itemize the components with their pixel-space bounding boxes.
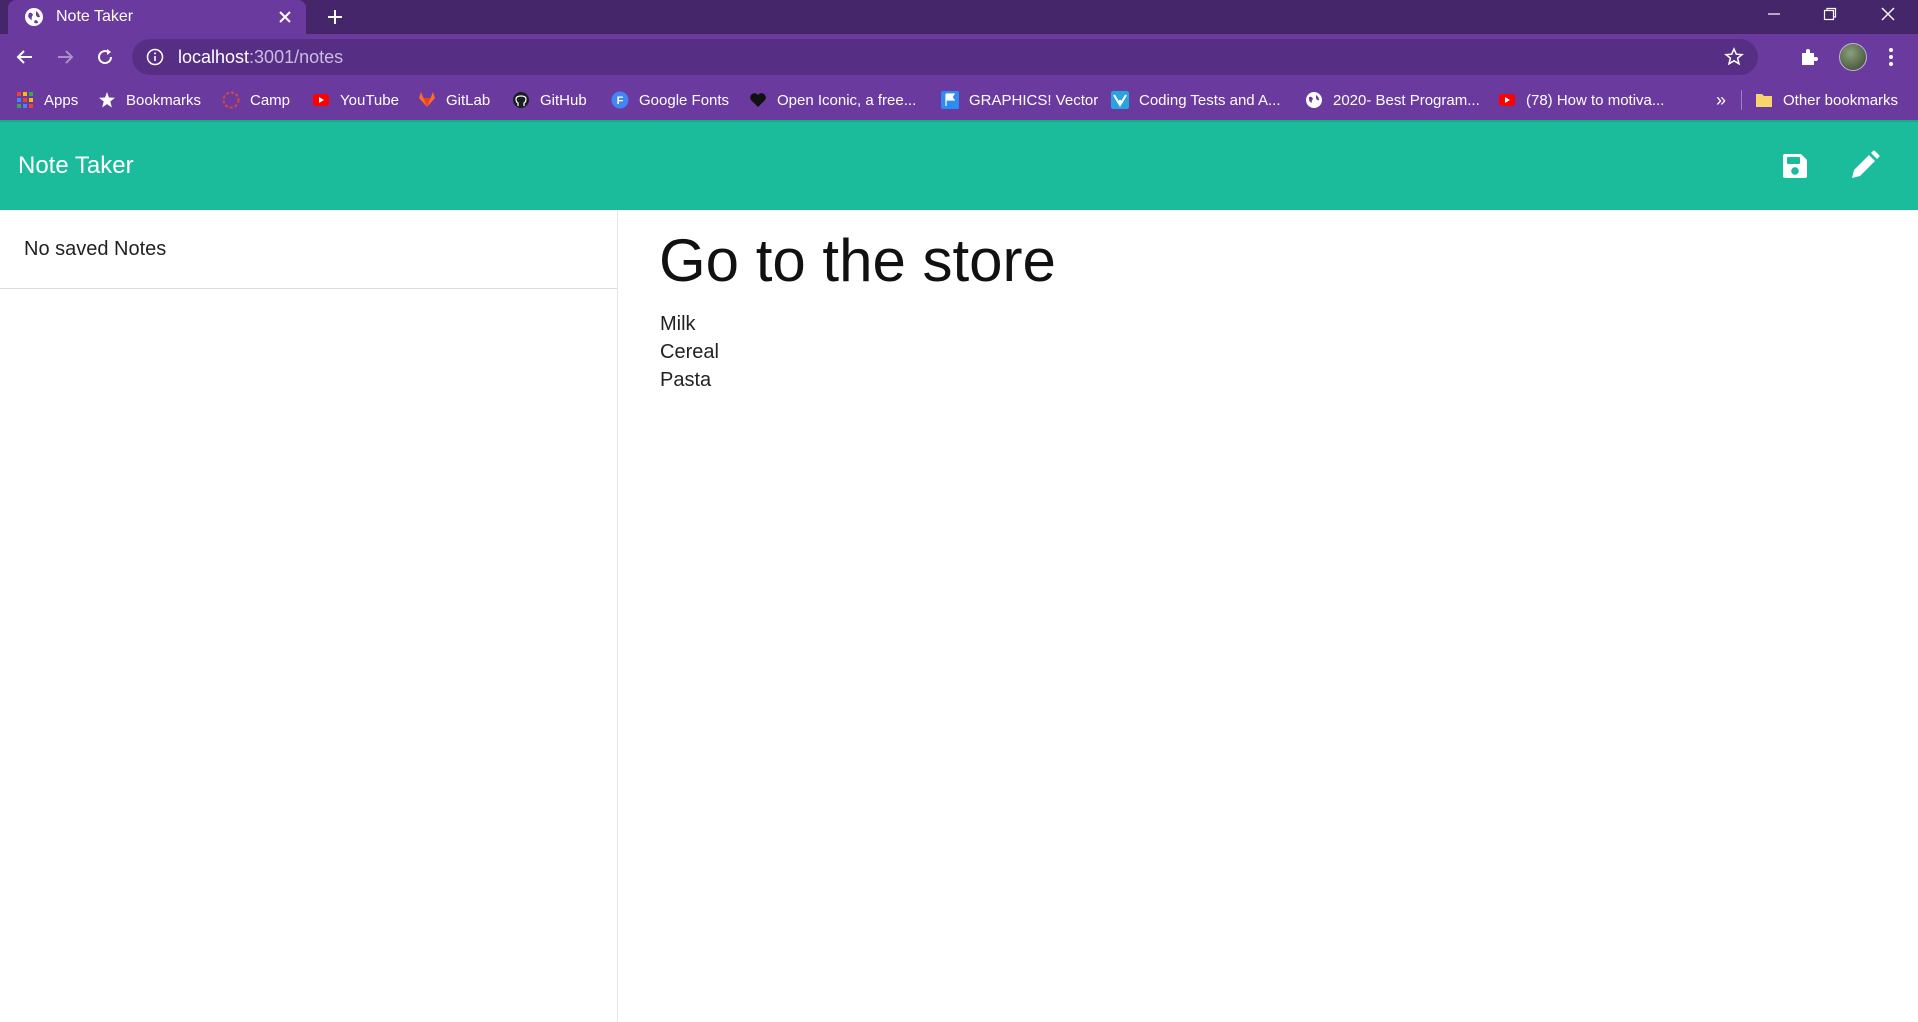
minimize-window-icon[interactable] bbox=[1746, 0, 1802, 28]
bookmarks-bar: Apps Bookmarks Camp YouTube GitLab GitHu… bbox=[0, 80, 1918, 120]
note-title-input[interactable]: Go to the store bbox=[659, 226, 1056, 295]
bookmark-how-to-motivate[interactable]: (78) How to motiva... bbox=[1498, 88, 1664, 112]
address-bar[interactable]: localhost:3001/notes bbox=[132, 39, 1758, 75]
bookmark-label: GitLab bbox=[446, 91, 491, 109]
bookmark-label: Other bookmarks bbox=[1783, 91, 1899, 109]
bookmark-apps[interactable]: Apps bbox=[16, 88, 78, 112]
bookmark-coding-tests[interactable]: Coding Tests and A... bbox=[1111, 88, 1280, 112]
chevron-double-right-icon: » bbox=[1716, 89, 1727, 110]
bookmark-bookmarks[interactable]: Bookmarks bbox=[98, 88, 201, 112]
bookmark-label: GitHub bbox=[540, 91, 587, 109]
bookmark-best-program[interactable]: 2020- Best Program... bbox=[1305, 88, 1480, 112]
browser-titlebar: Note Taker bbox=[0, 0, 1918, 34]
flag-icon bbox=[941, 91, 959, 109]
heart-icon bbox=[750, 93, 766, 107]
bookmarks-divider bbox=[1741, 90, 1742, 110]
bookmark-label: (78) How to motiva... bbox=[1526, 91, 1665, 109]
close-window-icon[interactable] bbox=[1860, 0, 1916, 28]
bookmark-label: YouTube bbox=[340, 91, 399, 109]
new-note-button[interactable] bbox=[1846, 148, 1882, 184]
site-info-icon[interactable] bbox=[146, 48, 164, 66]
browser-toolbar: localhost:3001/notes bbox=[0, 34, 1918, 80]
gitlab-icon bbox=[419, 92, 435, 107]
app-brand[interactable]: Note Taker bbox=[18, 152, 134, 180]
bookmark-label: GRAPHICS! Vector bbox=[969, 91, 1099, 109]
note-line: Pasta bbox=[660, 369, 712, 391]
youtube-icon bbox=[1499, 94, 1515, 106]
bookmark-other-bookmarks[interactable]: Other bookmarks bbox=[1755, 88, 1898, 112]
notes-sidebar: No saved Notes bbox=[0, 210, 618, 1022]
avatar-image bbox=[1839, 43, 1867, 71]
github-icon bbox=[513, 92, 529, 108]
back-arrow-icon[interactable] bbox=[10, 42, 40, 72]
browser-menu-icon[interactable] bbox=[1876, 42, 1906, 72]
url-host: localhost bbox=[178, 46, 250, 67]
empty-notes-message: No saved Notes bbox=[24, 238, 167, 260]
bookmark-label: Apps bbox=[44, 91, 79, 109]
bookmark-label: 2020- Best Program... bbox=[1333, 91, 1480, 109]
youtube-icon bbox=[313, 94, 329, 106]
bookmark-camp[interactable]: Camp bbox=[222, 88, 290, 112]
close-tab-icon[interactable] bbox=[270, 2, 300, 32]
star-icon bbox=[99, 92, 115, 108]
bookmark-label: Bookmarks bbox=[126, 91, 202, 109]
bookmark-star-icon[interactable] bbox=[1724, 47, 1744, 67]
note-line: Cereal bbox=[660, 341, 719, 363]
bookmarks-overflow-button[interactable]: » bbox=[1716, 88, 1726, 112]
tab-title: Note Taker bbox=[56, 8, 134, 25]
forward-arrow-icon[interactable] bbox=[50, 42, 80, 72]
profile-avatar[interactable] bbox=[1838, 42, 1868, 72]
restore-window-icon[interactable] bbox=[1802, 0, 1858, 28]
note-line: Milk bbox=[660, 313, 696, 335]
list-item: No saved Notes bbox=[0, 210, 617, 289]
new-tab-icon[interactable] bbox=[320, 2, 350, 32]
save-icon bbox=[1783, 154, 1807, 178]
save-note-button[interactable] bbox=[1777, 148, 1813, 184]
bookmark-label: Camp bbox=[250, 91, 291, 109]
extensions-puzzle-icon[interactable] bbox=[1794, 42, 1824, 72]
svg-text:F: F bbox=[617, 95, 624, 107]
pencil-icon bbox=[1852, 150, 1880, 178]
browser-tab-active[interactable]: Note Taker bbox=[8, 0, 306, 34]
globe-icon bbox=[1306, 92, 1322, 108]
bookmark-gitlab[interactable]: GitLab bbox=[418, 88, 490, 112]
bookmark-label: Google Fonts bbox=[639, 91, 730, 109]
bookmark-youtube[interactable]: YouTube bbox=[312, 88, 399, 112]
bookmark-github[interactable]: GitHub bbox=[512, 88, 587, 112]
bookmark-label: Coding Tests and A... bbox=[1139, 91, 1281, 109]
google-fonts-icon: F bbox=[611, 91, 629, 109]
bookmark-google-fonts[interactable]: F Google Fonts bbox=[611, 88, 729, 112]
camp-icon bbox=[222, 91, 240, 109]
bookmark-open-iconic[interactable]: Open Iconic, a free... bbox=[749, 88, 916, 112]
note-editor: Go to the store Milk Cereal Pasta bbox=[619, 210, 1918, 1022]
app-navbar: Note Taker bbox=[0, 120, 1918, 210]
bookmark-graphics-vector[interactable]: GRAPHICS! Vector bbox=[941, 88, 1098, 112]
reload-icon[interactable] bbox=[90, 42, 120, 72]
globe-icon bbox=[25, 8, 43, 26]
note-text-area[interactable]: Milk Cereal Pasta bbox=[660, 310, 719, 394]
url-path: :3001/notes bbox=[249, 46, 344, 67]
coding-tests-icon bbox=[1111, 91, 1129, 109]
apps-grid-icon bbox=[17, 92, 33, 108]
folder-icon bbox=[1756, 94, 1772, 107]
bookmark-label: Open Iconic, a free... bbox=[777, 91, 917, 109]
